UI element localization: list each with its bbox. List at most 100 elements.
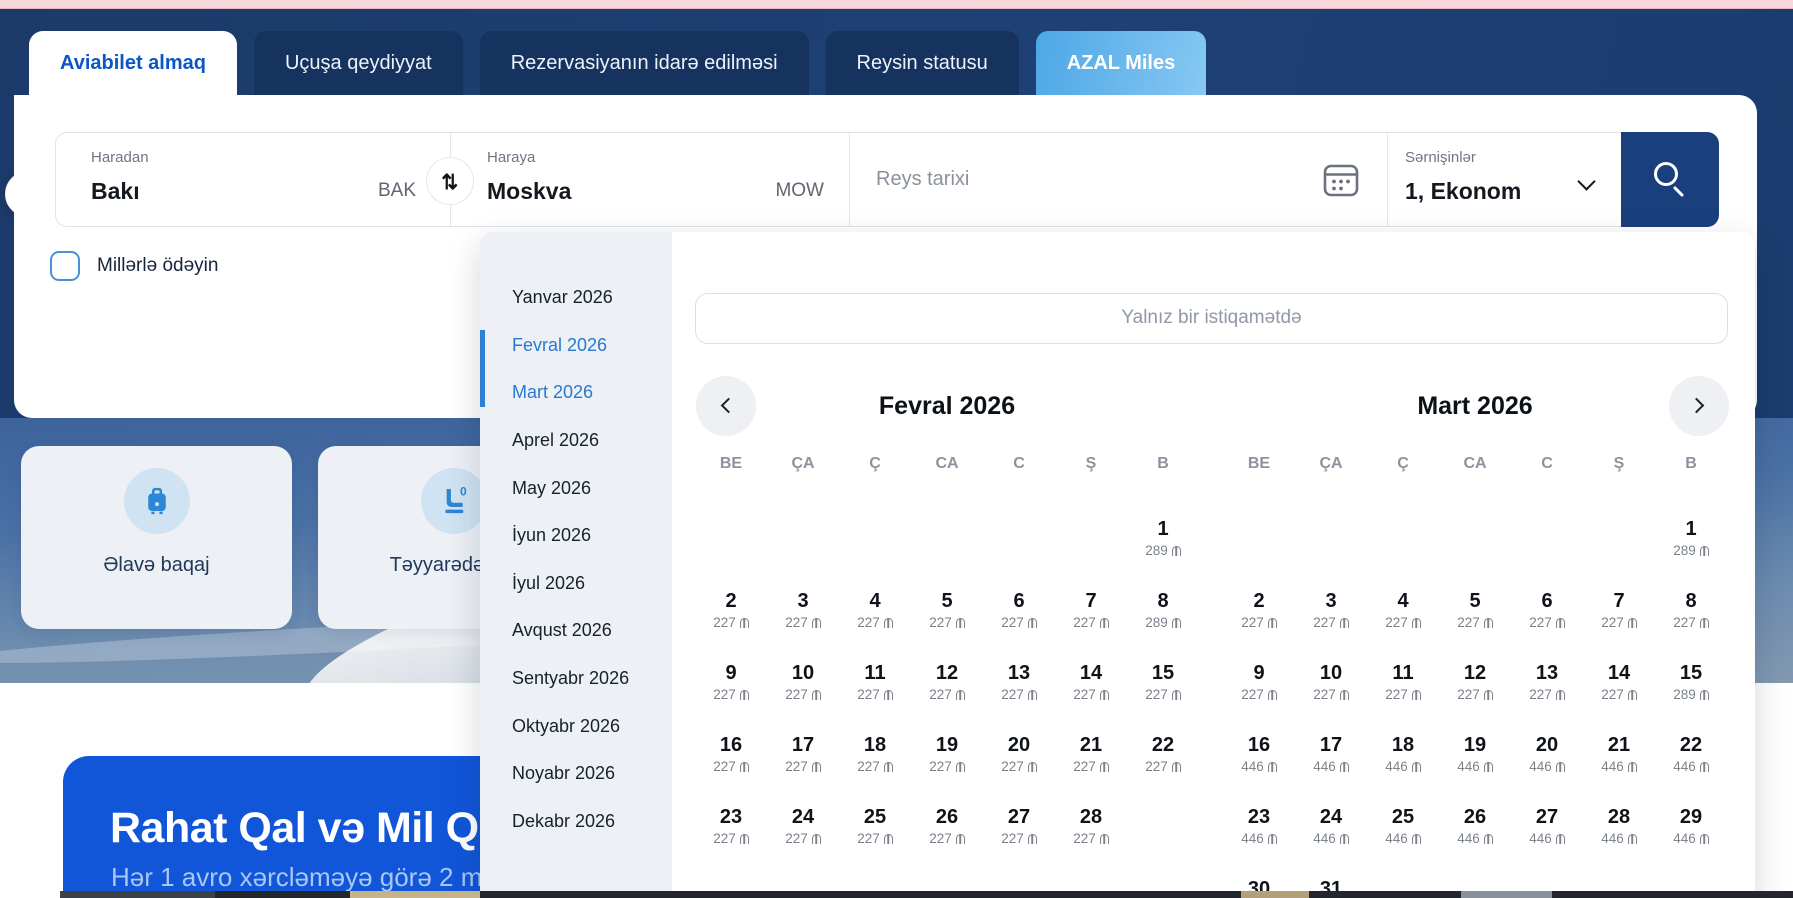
calendar-day[interactable]: 5227 — [911, 582, 983, 654]
calendar-day[interactable]: 29446 — [1655, 798, 1727, 870]
passengers-field-value[interactable]: 1, Ekonom — [1405, 177, 1521, 205]
month-list-item[interactable]: Yanvar 2026 — [480, 274, 672, 322]
calendar-day[interactable]: 18227 — [839, 726, 911, 798]
calendar-day[interactable]: 19227 — [911, 726, 983, 798]
day-number: 28 — [1583, 806, 1655, 829]
calendar-day[interactable]: 6227 — [983, 582, 1055, 654]
month-list-item[interactable]: Aprel 2026 — [480, 417, 672, 465]
calendar-day[interactable]: 16446 — [1223, 726, 1295, 798]
day-fare-price: 227 — [839, 613, 911, 632]
months-sidebar: Yanvar 2026Fevral 2026Mart 2026Aprel 202… — [480, 232, 672, 898]
calendar-day[interactable]: 17227 — [767, 726, 839, 798]
calendar-day[interactable]: 21446 — [1583, 726, 1655, 798]
tab-aviabilet-almaq[interactable]: Aviabilet almaq — [29, 31, 237, 99]
calendar-day[interactable]: 26227 — [911, 798, 983, 870]
tab-reysin-statusu[interactable]: Reysin statusu — [826, 31, 1019, 95]
calendar-day[interactable]: 2227 — [695, 582, 767, 654]
calendar-day[interactable]: 27446 — [1511, 798, 1583, 870]
pay-with-miles-option[interactable]: Millərlə ödəyin — [50, 251, 218, 281]
day-fare-price: 446 — [1439, 829, 1511, 848]
calendar-day[interactable]: 12227 — [1439, 654, 1511, 726]
month-list-item[interactable]: Noyabr 2026 — [480, 750, 672, 798]
calendar-day[interactable]: 28227 — [1055, 798, 1127, 870]
calendar-day[interactable]: 26446 — [1439, 798, 1511, 870]
month-list-item[interactable]: Dekabr 2026 — [480, 798, 672, 846]
tab-u-u-a-qeydiyyat[interactable]: Uçuşa qeydiyyat — [254, 31, 463, 95]
calendar-day[interactable]: 24227 — [767, 798, 839, 870]
month-list-item[interactable]: İyun 2026 — [480, 512, 672, 560]
day-number: 23 — [695, 806, 767, 829]
calendar-day[interactable]: 2227 — [1223, 582, 1295, 654]
calendar-day[interactable]: 23446 — [1223, 798, 1295, 870]
calendar-day[interactable]: 21227 — [1055, 726, 1127, 798]
calendar-day[interactable]: 13227 — [1511, 654, 1583, 726]
calendar-day[interactable]: 27227 — [983, 798, 1055, 870]
calendar-day[interactable]: 28446 — [1583, 798, 1655, 870]
calendar-day[interactable]: 6227 — [1511, 582, 1583, 654]
calendar-day[interactable]: 16227 — [695, 726, 767, 798]
tab-azal-miles[interactable]: AZAL Miles — [1036, 31, 1207, 95]
calendar-day[interactable]: 3227 — [767, 582, 839, 654]
calendar-day[interactable]: 4227 — [1367, 582, 1439, 654]
manat-currency-icon — [1100, 690, 1109, 700]
calendar-day[interactable]: 20446 — [1511, 726, 1583, 798]
chevron-down-icon[interactable] — [1577, 172, 1595, 190]
calendar-day[interactable]: 18446 — [1367, 726, 1439, 798]
calendar-day[interactable]: 8227 — [1655, 582, 1727, 654]
calendar-day[interactable]: 11227 — [1367, 654, 1439, 726]
calendar-day[interactable]: 14227 — [1583, 654, 1655, 726]
manat-currency-icon — [1028, 690, 1037, 700]
day-number: 18 — [839, 734, 911, 757]
to-field-value[interactable]: Moskva — [487, 177, 571, 205]
from-field-value[interactable]: Bakı — [91, 177, 140, 205]
calendar-day[interactable]: 12227 — [911, 654, 983, 726]
month-list-item[interactable]: Avqust 2026 — [480, 607, 672, 655]
calendar-day[interactable]: 5227 — [1439, 582, 1511, 654]
calendar-day[interactable]: 10227 — [767, 654, 839, 726]
calendar-day[interactable]: 23227 — [695, 798, 767, 870]
calendar-day[interactable]: 7227 — [1583, 582, 1655, 654]
calendar-day[interactable]: 19446 — [1439, 726, 1511, 798]
swap-direction-button[interactable]: ⇄ — [426, 157, 474, 205]
month-list-item[interactable]: May 2026 — [480, 464, 672, 512]
calendar-icon[interactable] — [1323, 163, 1359, 197]
extra-baggage-card[interactable]: Əlavə baqaj — [21, 446, 292, 629]
day-fare-price: 227 — [1127, 757, 1199, 776]
calendar-day[interactable]: 14227 — [1055, 654, 1127, 726]
day-number: 15 — [1127, 662, 1199, 685]
calendar-day[interactable]: 7227 — [1055, 582, 1127, 654]
pay-with-miles-checkbox[interactable] — [50, 251, 80, 281]
calendar-day[interactable]: 10227 — [1295, 654, 1367, 726]
calendar-day[interactable]: 11227 — [839, 654, 911, 726]
calendar-day[interactable]: 1289 — [1655, 510, 1727, 582]
calendar-day[interactable]: 1289 — [1127, 510, 1199, 582]
calendar-day[interactable]: 3227 — [1295, 582, 1367, 654]
month-list-item[interactable]: Mart 2026 — [480, 369, 672, 417]
calendar-day[interactable]: 22446 — [1655, 726, 1727, 798]
calendar-day[interactable]: 8289 — [1127, 582, 1199, 654]
calendar-day[interactable]: 9227 — [1223, 654, 1295, 726]
calendar-day[interactable]: 9227 — [695, 654, 767, 726]
manat-currency-icon — [740, 762, 749, 772]
search-flights-button[interactable] — [1621, 132, 1719, 227]
calendar-day[interactable]: 22227 — [1127, 726, 1199, 798]
month-list-item[interactable]: Oktyabr 2026 — [480, 702, 672, 750]
day-number: 21 — [1583, 734, 1655, 757]
calendar-day[interactable]: 13227 — [983, 654, 1055, 726]
weekday-label: Ş — [1055, 450, 1127, 478]
calendar-day[interactable]: 17446 — [1295, 726, 1367, 798]
month-list-item[interactable]: İyul 2026 — [480, 560, 672, 608]
month-list-item[interactable]: Fevral 2026 — [480, 322, 672, 370]
calendar-day[interactable]: 24446 — [1295, 798, 1367, 870]
calendar-day[interactable]: 15289 — [1655, 654, 1727, 726]
month-list-item[interactable]: Sentyabr 2026 — [480, 655, 672, 703]
calendar-day[interactable]: 4227 — [839, 582, 911, 654]
calendar-day[interactable]: 15227 — [1127, 654, 1199, 726]
calendar-day[interactable]: 20227 — [983, 726, 1055, 798]
calendar-day[interactable]: 25446 — [1367, 798, 1439, 870]
tab-rezervasiyan-n-idar-edilm-si[interactable]: Rezervasiyanın idarə edilməsi — [480, 31, 809, 95]
day-number: 11 — [839, 662, 911, 685]
calendar-day[interactable]: 25227 — [839, 798, 911, 870]
date-field[interactable]: Reys tarixi — [876, 133, 969, 226]
day-fare-price: 227 — [1367, 685, 1439, 704]
